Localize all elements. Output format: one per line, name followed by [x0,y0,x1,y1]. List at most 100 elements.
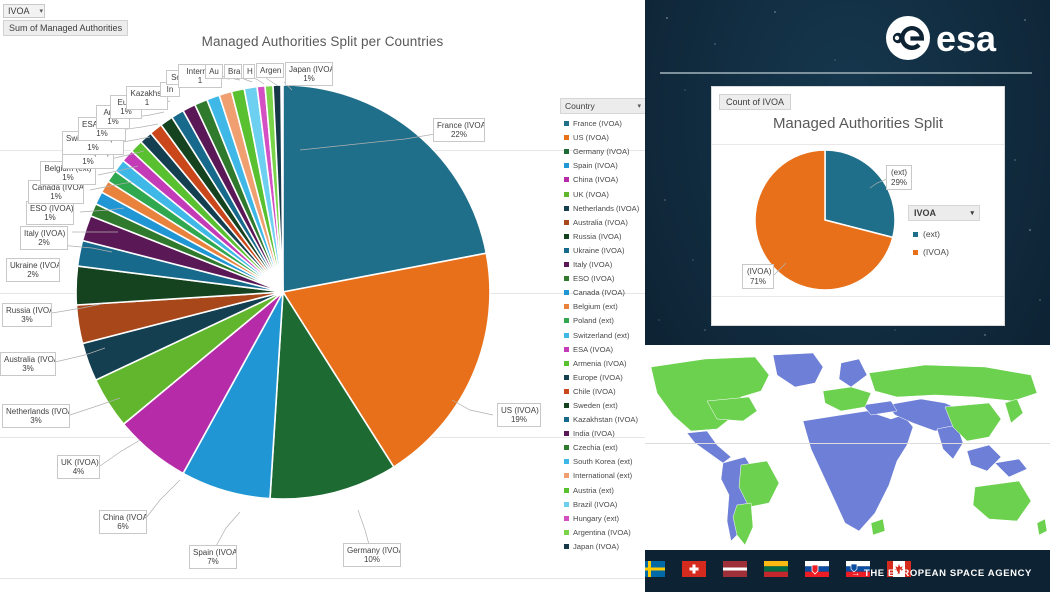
legend-item[interactable]: Kazakhstan (IVOA) [560,415,645,424]
ivoa-legend-item-label: (IVOA) [923,247,949,257]
callout-esa-value: 1% [96,129,108,139]
legend-item-label: Brazil (IVOA) [573,499,618,509]
legend-item[interactable]: UK (IVOA) [560,190,645,199]
legend-item[interactable]: Armenia (IVOA) [560,359,645,368]
legend-item[interactable]: Ukraine (IVOA) [560,246,645,255]
legend-swatch-icon [564,431,569,437]
sweden-flag [645,561,665,577]
legend-item[interactable]: Czechia (ext) [560,443,645,452]
legend-swatch-icon [564,473,569,479]
callout-eso: ESO (IVOA) 1% [26,201,74,226]
legend-item[interactable]: US (IVOA) [560,133,645,142]
callout-austria-label: Au [209,67,219,76]
legend-item[interactable]: Brazil (IVOA) [560,500,645,509]
ivoa-legend-item-label: (ext) [923,229,940,239]
ivoa-legend-item[interactable]: (ext) [908,229,980,239]
callout-uk: UK (IVOA) 4% [57,455,100,480]
ivoa-legend-header[interactable]: IVOA ▾ [908,205,980,221]
callout-canada-value: 1% [50,192,62,202]
callout-russia-value: 3% [21,315,33,325]
legend-item-label: China (IVOA) [573,175,619,185]
legend-item[interactable]: India (IVOA) [560,429,645,438]
legend-item-label: India (IVOA) [573,429,615,439]
legend-item[interactable]: Spain (IVOA) [560,161,645,170]
callout-poland-value: 1% [82,157,94,167]
legend-swatch-icon [564,529,569,535]
legend-item[interactable]: South Korea (ext) [560,457,645,466]
legend-item[interactable]: France (IVOA) [560,119,645,128]
footer-tagline: → THE EUROPEAN SPACE AGENCY [851,568,1032,579]
callout-australia-value: 3% [22,364,34,374]
grid-line [0,578,645,579]
legend-item[interactable]: International (ext) [560,471,645,480]
world-map-card [645,345,1050,550]
callout-ext: (ext) 29% [886,165,912,191]
legend-item[interactable]: ESA (IVOA) [560,345,645,354]
callout-ukraine-label: Ukraine (IVOA) [10,261,60,270]
callout-us: US (IVOA) 19% [497,403,541,428]
legend-swatch-icon [564,262,569,268]
legend-item[interactable]: Austria (ext) [560,486,645,495]
legend-item[interactable]: ESO (IVOA) [560,274,645,283]
legend-swatch-icon [564,459,569,465]
legend-item[interactable]: Canada (IVOA) [560,288,645,297]
callout-ukraine: Ukraine (IVOA) 2% [6,258,60,283]
legend-item[interactable]: Hungary (ext) [560,514,645,523]
callout-hungary: H [243,64,255,80]
legend-item[interactable]: Argentina (IVOA) [560,528,645,537]
legend-item[interactable]: Russia (IVOA) [560,232,645,241]
switzerland-flag [682,561,706,577]
map-grid-line [645,443,1050,444]
callout-argentina-label: Argen [260,66,282,75]
slovakia-flag [805,561,829,577]
page-title: Managed Authorities Split per Countries [201,34,444,49]
callout-eso-value: 1% [44,213,56,223]
legend-item-label: Netherlands (IVOA) [573,203,640,213]
callout-russia-label: Russia (IVOA) [6,306,51,315]
callout-hungary-label: H [247,67,253,76]
legend-item[interactable]: Japan (IVOA) [560,542,645,551]
legend-item-label: US (IVOA) [573,133,609,143]
legend-item[interactable]: Switzerland (ext) [560,331,645,340]
legend-item-label: Austria (ext) [573,485,614,495]
legend-item-label: Russia (IVOA) [573,231,622,241]
legend-item-label: Poland (ext) [573,316,614,326]
legend-swatch-icon [564,332,569,338]
callout-italy-value: 2% [38,238,50,248]
callout-netherlands: Netherlands (IVOA) 3% [2,404,70,429]
callout-eso-label: ESO (IVOA) [30,204,74,213]
legend-item[interactable]: Italy (IVOA) [560,260,645,269]
legend-swatch-icon [564,543,569,549]
country-legend-title: Country [565,101,595,111]
legend-swatch-icon [564,346,569,352]
ivoa-legend-item[interactable]: (IVOA) [908,247,980,257]
legend-item[interactable]: Europe (IVOA) [560,373,645,382]
legend-item[interactable]: China (IVOA) [560,175,645,184]
legend-item[interactable]: Netherlands (IVOA) [560,204,645,213]
legend-item[interactable]: Chile (IVOA) [560,387,645,396]
arrow-icon: → [850,568,861,579]
esa-logo-text: esa [936,18,997,59]
legend-swatch-icon [564,121,569,127]
latvia-flag [723,561,747,577]
pie-svg [75,85,491,500]
lithuania-flag [764,561,788,577]
callout-russia: Russia (IVOA) 3% [2,303,52,328]
legend-swatch-icon [564,360,569,366]
ivoa-slicer[interactable]: IVOA ▾ [3,4,45,18]
legend-item[interactable]: Poland (ext) [560,316,645,325]
legend-item-label: Europe (IVOA) [573,372,623,382]
legend-item[interactable]: Sweden (ext) [560,401,645,410]
legend-item-label: Belgium (ext) [573,302,618,312]
callout-australia-label: Australia (IVOA) [4,355,55,364]
country-legend-header[interactable]: Country ▾ [560,98,645,114]
legend-item-label: Italy (IVOA) [573,260,613,270]
callout-india-label: In [166,85,174,94]
legend-item[interactable]: Belgium (ext) [560,302,645,311]
legend-item[interactable]: Australia (IVOA) [560,218,645,227]
legend-swatch-icon [564,402,569,408]
legend-swatch-icon [564,135,569,141]
legend-item[interactable]: Germany (IVOA) [560,147,645,156]
chevron-down-icon: ▾ [637,103,641,110]
callout-spain-label: Spain (IVOA) [193,548,237,557]
